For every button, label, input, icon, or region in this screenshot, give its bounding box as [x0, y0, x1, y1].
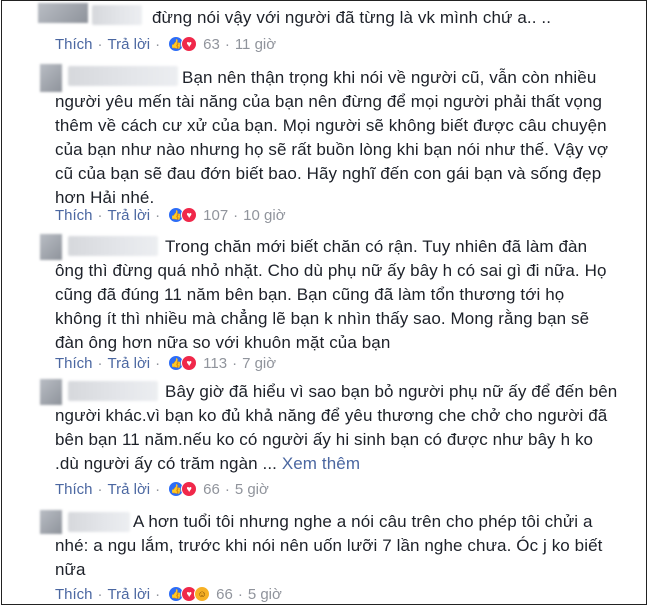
reaction-count[interactable]: 66 — [203, 481, 220, 498]
reply-button[interactable]: Trả lời — [108, 481, 151, 498]
comment-actions: Thích · Trả lời · 👍 ♥ 107 · 10 giờ — [55, 205, 286, 225]
separator-dot: · — [97, 206, 103, 224]
timestamp[interactable]: 7 giờ — [242, 355, 276, 372]
separator-dot: · — [97, 354, 103, 372]
reactions[interactable]: 👍 ♥ — [168, 207, 198, 223]
love-reaction-icon: ♥ — [181, 36, 198, 52]
reactions[interactable]: 👍 ♥ — [168, 481, 198, 497]
love-reaction-icon: ♥ — [181, 207, 198, 223]
like-button[interactable]: Thích — [55, 207, 93, 224]
avatar[interactable] — [38, 3, 88, 23]
separator-dot: · — [97, 35, 103, 53]
separator-dot: · — [97, 480, 103, 498]
timestamp[interactable]: 11 giờ — [235, 36, 276, 53]
like-button[interactable]: Thích — [55, 355, 93, 372]
comments-panel: đừng nói vậy với người đã từng là vk mìn… — [1, 0, 647, 605]
comment-actions: Thích · Trả lời · 👍 ♥ 113 · 7 giờ — [55, 353, 276, 373]
like-button[interactable]: Thích — [55, 586, 93, 603]
reply-button[interactable]: Trả lời — [108, 36, 151, 53]
comment-text: Trong chăn mới biết chăn có rận. Tuy nhi… — [55, 237, 607, 352]
like-button[interactable]: Thích — [55, 481, 93, 498]
separator-dot: · — [155, 585, 161, 603]
reaction-count[interactable]: 113 — [203, 355, 227, 372]
reply-button[interactable]: Trả lời — [108, 586, 151, 603]
separator-dot: · — [155, 35, 161, 53]
reactions[interactable]: 👍 ♥ ☺ — [168, 586, 211, 602]
comment-actions: Thích · Trả lời · 👍 ♥ 63 · 11 giờ — [55, 34, 276, 54]
love-reaction-icon: ♥ — [181, 481, 198, 497]
separator-dot: · — [155, 206, 161, 224]
comment-text: Bây giờ đã hiểu vì sao bạn bỏ người phụ … — [55, 380, 617, 476]
commenter-name[interactable] — [92, 5, 142, 25]
separator-dot: · — [155, 354, 161, 372]
comment-text: đừng nói vậy với người đã từng là vk mìn… — [152, 8, 552, 27]
separator-dot: · — [97, 585, 103, 603]
comment-actions: Thích · Trả lời · 👍 ♥ ☺ 66 · 5 giờ — [55, 584, 282, 604]
timestamp[interactable]: 5 giờ — [248, 586, 282, 603]
haha-reaction-icon: ☺ — [194, 586, 211, 602]
separator-dot: · — [224, 35, 230, 53]
reactions[interactable]: 👍 ♥ — [168, 36, 198, 52]
timestamp[interactable]: 10 giờ — [243, 207, 285, 224]
separator-dot: · — [233, 206, 239, 224]
reaction-count[interactable]: 63 — [203, 36, 220, 53]
reactions[interactable]: 👍 ♥ — [168, 355, 198, 371]
comment-actions: Thích · Trả lời · 👍 ♥ 66 · 5 giờ — [55, 479, 269, 499]
see-more-link[interactable]: Xem thêm — [282, 454, 360, 473]
reaction-count[interactable]: 66 — [216, 586, 233, 603]
separator-dot: · — [232, 354, 238, 372]
like-button[interactable]: Thích — [55, 36, 93, 53]
separator-dot: · — [237, 585, 243, 603]
reply-button[interactable]: Trả lời — [108, 355, 151, 372]
separator-dot: · — [224, 480, 230, 498]
reply-button[interactable]: Trả lời — [108, 207, 151, 224]
separator-dot: · — [155, 480, 161, 498]
comment-text: Bạn nên thận trọng khi nói về người cũ, … — [55, 68, 609, 207]
comment-text: A hơn tuổi tôi nhưng nghe a nói câu trên… — [55, 512, 603, 579]
love-reaction-icon: ♥ — [181, 355, 198, 371]
reaction-count[interactable]: 107 — [203, 207, 228, 224]
timestamp[interactable]: 5 giờ — [235, 481, 269, 498]
